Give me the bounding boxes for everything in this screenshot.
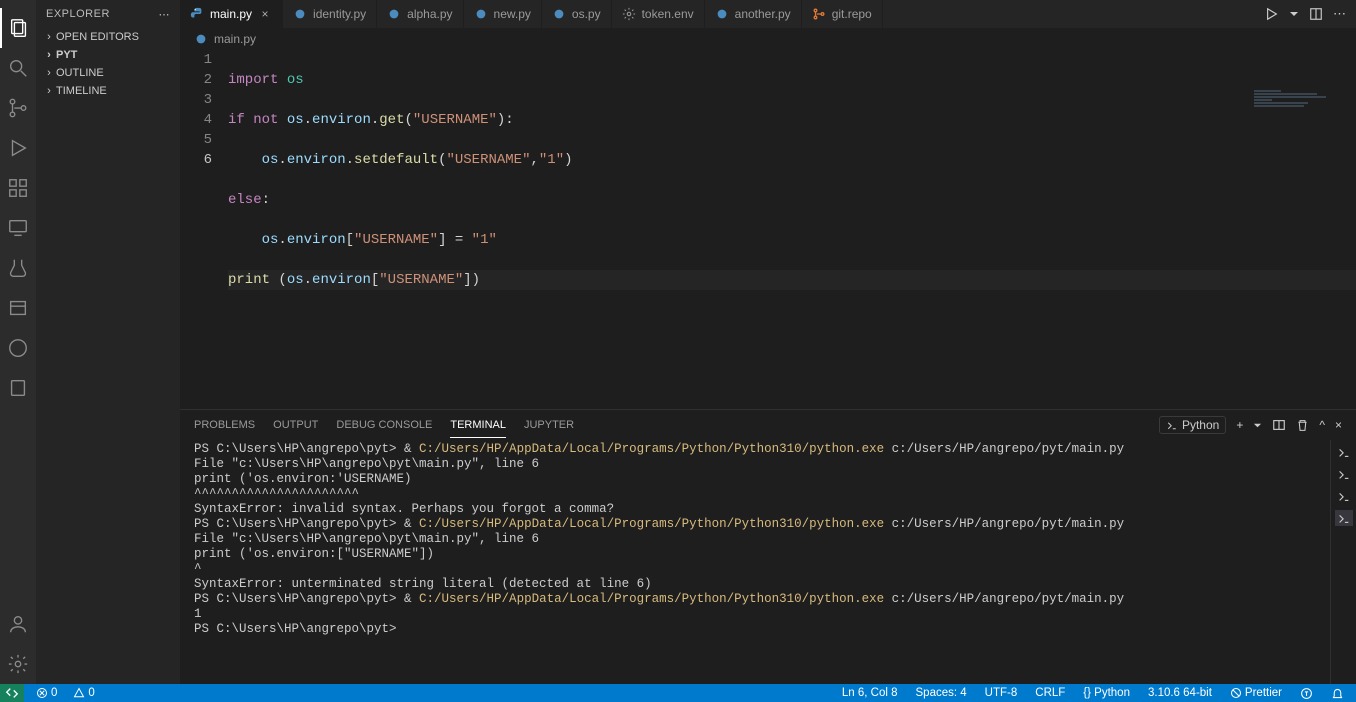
terminal-instance-icon[interactable] — [1335, 510, 1353, 526]
status-language-mode[interactable]: {} Python — [1079, 687, 1134, 699]
panel-tab-debug-console[interactable]: DEBUG CONSOLE — [336, 413, 432, 437]
panel-tab-jupyter[interactable]: JUPYTER — [524, 413, 574, 437]
extensions-icon[interactable] — [0, 168, 36, 208]
section-timeline[interactable]: ›TIMELINE — [36, 82, 180, 100]
code-editor[interactable]: 123456 import os if not os.environ.get("… — [180, 50, 1356, 409]
gear-icon — [622, 7, 636, 21]
explorer-sidebar: EXPLORER ⋯ ›OPEN EDITORS ›PYT ›OUTLINE ›… — [36, 0, 180, 684]
tab-alpha-py[interactable]: alpha.py — [377, 0, 463, 28]
terminal-list — [1330, 440, 1356, 684]
remote-indicator-icon[interactable] — [0, 684, 24, 702]
split-editor-icon[interactable] — [1309, 7, 1323, 21]
tab-git-repo[interactable]: git.repo — [802, 0, 883, 28]
activity-bar — [0, 0, 36, 684]
panel-tab-output[interactable]: OUTPUT — [273, 413, 318, 437]
python-file-icon — [552, 7, 566, 21]
python-file-icon — [474, 7, 488, 21]
run-debug-icon[interactable] — [0, 128, 36, 168]
terminal-instance-icon[interactable] — [1335, 466, 1353, 482]
explorer-icon[interactable] — [0, 8, 36, 48]
status-prettier[interactable]: Prettier — [1226, 687, 1286, 699]
status-notifications-icon[interactable] — [1327, 687, 1348, 700]
breadcrumb[interactable]: main.py — [180, 28, 1356, 50]
tab-os-py[interactable]: os.py — [542, 0, 612, 28]
status-feedback-icon[interactable] — [1296, 687, 1317, 700]
status-python-version[interactable]: 3.10.6 64-bit — [1144, 687, 1216, 699]
search-icon[interactable] — [0, 48, 36, 88]
terminal-dropdown-icon[interactable] — [1253, 421, 1262, 430]
status-cursor-position[interactable]: Ln 6, Col 8 — [838, 687, 902, 699]
close-panel-icon[interactable]: × — [1335, 418, 1342, 432]
panel-tab-problems[interactable]: PROBLEMS — [194, 413, 255, 437]
python-file-icon — [293, 7, 307, 21]
run-dropdown-icon[interactable] — [1289, 9, 1299, 19]
section-pyt[interactable]: ›PYT — [36, 46, 180, 64]
more-actions-icon[interactable]: ⋯ — [1333, 6, 1346, 22]
section-outline[interactable]: ›OUTLINE — [36, 64, 180, 82]
line-numbers: 123456 — [180, 50, 228, 409]
explorer-more-icon[interactable]: ⋯ — [159, 8, 171, 21]
accounts-icon[interactable] — [0, 604, 36, 644]
code-content[interactable]: import os if not os.environ.get("USERNAM… — [228, 50, 1356, 409]
git-icon — [812, 7, 826, 21]
maximize-panel-icon[interactable]: ^ — [1319, 418, 1325, 432]
new-terminal-icon[interactable]: + — [1236, 418, 1243, 432]
close-icon[interactable]: × — [258, 7, 272, 21]
kill-terminal-icon[interactable] — [1296, 419, 1309, 432]
split-terminal-icon[interactable] — [1272, 418, 1286, 432]
status-bar: 0 0 Ln 6, Col 8 Spaces: 4 UTF-8 CRLF {} … — [0, 684, 1356, 702]
status-warnings[interactable]: 0 — [69, 687, 98, 699]
sidebar-icon-2[interactable] — [0, 368, 36, 408]
terminal-shell-selector[interactable]: Python — [1159, 416, 1226, 434]
editor-tabs: main.py × identity.py alpha.py new.py os… — [180, 0, 1356, 28]
python-file-icon — [715, 7, 729, 21]
status-eol[interactable]: CRLF — [1031, 687, 1069, 699]
minimap[interactable] — [1254, 50, 1344, 74]
tab-identity-py[interactable]: identity.py — [283, 0, 377, 28]
python-file-icon — [190, 7, 204, 21]
sidebar-icon-1[interactable] — [0, 288, 36, 328]
terminal-instance-icon[interactable] — [1335, 488, 1353, 504]
tab-token-env[interactable]: token.env — [612, 0, 705, 28]
testing-icon[interactable] — [0, 248, 36, 288]
python-file-icon — [387, 7, 401, 21]
python-file-icon — [194, 32, 208, 46]
status-encoding[interactable]: UTF-8 — [981, 687, 1022, 699]
panel-tab-terminal[interactable]: TERMINAL — [450, 413, 506, 438]
remote-explorer-icon[interactable] — [0, 208, 36, 248]
tab-another-py[interactable]: another.py — [705, 0, 802, 28]
source-control-icon[interactable] — [0, 88, 36, 128]
tab-main-py[interactable]: main.py × — [180, 0, 283, 28]
bottom-panel: PROBLEMS OUTPUT DEBUG CONSOLE TERMINAL J… — [180, 409, 1356, 684]
run-file-icon[interactable] — [1265, 7, 1279, 21]
section-open-editors[interactable]: ›OPEN EDITORS — [36, 28, 180, 46]
explorer-title: EXPLORER — [46, 8, 110, 20]
status-errors[interactable]: 0 — [32, 687, 61, 699]
settings-gear-icon[interactable] — [0, 644, 36, 684]
main-area: main.py × identity.py alpha.py new.py os… — [180, 0, 1356, 684]
status-indentation[interactable]: Spaces: 4 — [912, 687, 971, 699]
terminal-instance-icon[interactable] — [1335, 444, 1353, 460]
tab-new-py[interactable]: new.py — [464, 0, 542, 28]
terminal-output[interactable]: PS C:\Users\HP\angrepo\pyt> & C:/Users/H… — [180, 440, 1356, 684]
github-icon[interactable] — [0, 328, 36, 368]
